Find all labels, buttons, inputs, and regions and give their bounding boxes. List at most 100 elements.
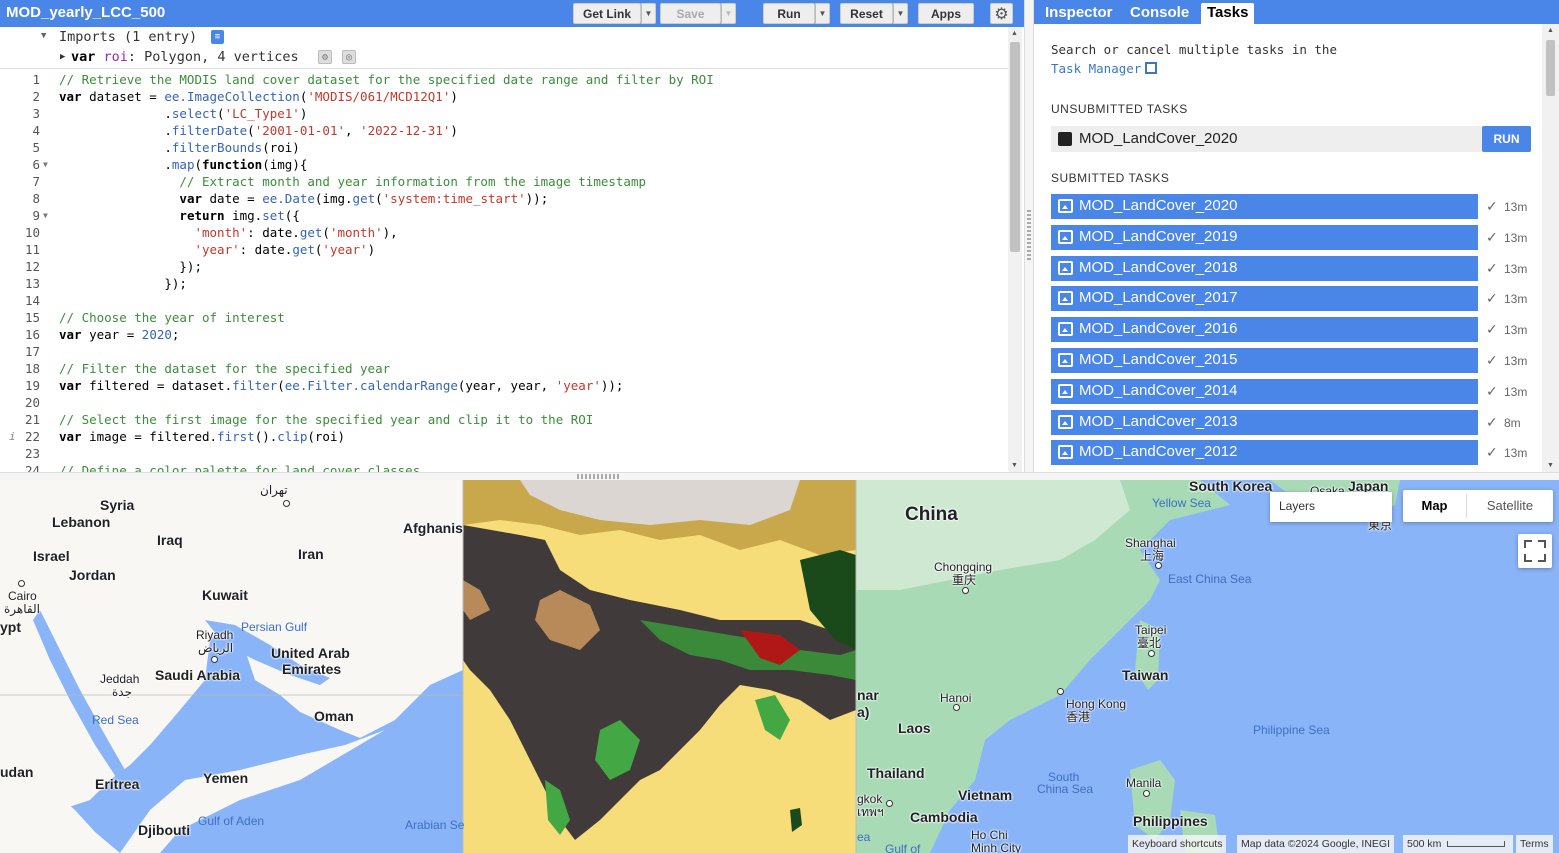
submitted-task-row[interactable]: MOD_LandCover_2017 — [1051, 286, 1478, 312]
scroll-down-arrow-icon[interactable]: ▼ — [1547, 462, 1554, 469]
settings-gear-icon[interactable]: ⚙ — [990, 3, 1013, 24]
map-label-china: China — [905, 504, 958, 525]
fullscreen-toggle-icon[interactable] — [1518, 534, 1552, 568]
info-hint-icon[interactable]: i — [9, 428, 16, 445]
code-line[interactable]: 13 }); — [0, 275, 1008, 292]
submitted-task-row[interactable]: MOD_LandCover_2016 — [1051, 317, 1478, 343]
terms-link[interactable]: Terms — [1516, 835, 1553, 853]
apps-button[interactable]: Apps — [918, 3, 974, 24]
external-link-icon[interactable] — [1145, 62, 1158, 74]
code-line[interactable]: 3 .select('LC_Type1') — [0, 105, 1008, 122]
code-line[interactable]: 10 'month': date.get('month'), — [0, 224, 1008, 241]
submitted-task-row[interactable]: MOD_LandCover_2019 — [1051, 224, 1478, 250]
submitted-task-row[interactable]: MOD_LandCover_2015 — [1051, 348, 1478, 373]
code-line[interactable]: 23 — [0, 445, 1008, 462]
code-line[interactable]: 19 var filtered = dataset.filter(ee.Filte… — [0, 377, 1008, 394]
code-line[interactable]: 8 var date = ee.Date(img.get('system:tim… — [0, 190, 1008, 207]
show-generated-code-icon[interactable]: ≡ — [211, 30, 224, 44]
code-token: var — [59, 378, 82, 393]
image-task-icon — [1058, 414, 1073, 429]
code-line[interactable]: 14 — [0, 292, 1008, 309]
editor-scrollbar-thumb[interactable] — [1010, 42, 1020, 252]
code-line[interactable]: 1 // Retrieve the MODIS land cover datase… — [0, 71, 1008, 88]
fold-toggle-icon[interactable]: ▼ — [43, 207, 48, 224]
task-status: ✓ 13m — [1482, 225, 1534, 250]
line-number: 1 — [32, 72, 40, 87]
tab-inspector[interactable]: Inspector — [1039, 3, 1119, 24]
keyboard-shortcuts-link[interactable]: Keyboard shortcuts — [1128, 835, 1227, 853]
task-manager-link[interactable]: Task Manager — [1051, 61, 1141, 76]
submitted-task-row[interactable]: MOD_LandCover_2013 — [1051, 409, 1478, 435]
code-line[interactable]: 5 .filterBounds(roi) — [0, 139, 1008, 156]
fold-toggle-icon[interactable]: ▼ — [43, 156, 48, 173]
code-line[interactable]: 9 ▼ return img.set({ — [0, 207, 1008, 224]
submitted-task-row[interactable]: MOD_LandCover_2014 — [1051, 378, 1478, 404]
tasks-scrollbar[interactable]: ▲ ▼ — [1542, 24, 1559, 472]
submitted-task-row[interactable]: MOD_LandCover_2020 — [1051, 194, 1478, 219]
vertical-splitter-handle[interactable] — [1024, 0, 1034, 472]
code-text-area[interactable]: 1 // Retrieve the MODIS land cover datase… — [0, 70, 1008, 472]
line-number: 7 — [32, 174, 40, 189]
roi-visibility-target-icon[interactable]: ◎ — [342, 50, 356, 64]
reset-button[interactable]: Reset — [840, 3, 893, 24]
scroll-up-arrow-icon[interactable]: ▲ — [1547, 27, 1554, 34]
roi-import-entry[interactable]: var roi: Polygon, 4 vertices — [71, 49, 299, 65]
code-line[interactable]: 11 'year': date.get('year') — [0, 241, 1008, 258]
submitted-task-row[interactable]: MOD_LandCover_2018 — [1051, 255, 1478, 281]
layers-button[interactable]: Layers — [1270, 492, 1392, 522]
map-label-gulf-aden: Gulf of Aden — [198, 814, 265, 828]
code-line[interactable]: 2 var dataset = ee.ImageCollection('MODIS… — [0, 88, 1008, 105]
code-line[interactable]: 15 // Choose the year of interest — [0, 309, 1008, 326]
map-type-map-button[interactable]: Map — [1403, 490, 1466, 522]
code-line[interactable]: 18 // Filter the dataset for the specifie… — [0, 360, 1008, 377]
roi-expand-chevron-icon[interactable]: ▶ — [60, 52, 65, 62]
map-label-philippine-sea: Philippine Sea — [1253, 723, 1330, 737]
scroll-up-arrow-icon[interactable]: ▲ — [1011, 30, 1018, 37]
code-line[interactable]: 24 // Define a color palette for land cov… — [0, 462, 1008, 472]
map-label-arabian-sea: Arabian Se — [405, 818, 465, 832]
task-elapsed-time: 13m — [1504, 230, 1528, 245]
unsubmitted-task-row[interactable]: MOD_LandCover_2020 — [1051, 126, 1531, 152]
map-label-lebanon: Lebanon — [52, 514, 111, 530]
code-line[interactable]: 4 .filterDate('2001-01-01', '2022-12-31'… — [0, 122, 1008, 139]
roi-settings-gear-icon[interactable]: ⚙ — [318, 50, 332, 64]
editor-scrollbar[interactable]: ▲ ▼ — [1008, 27, 1022, 472]
script-title[interactable]: MOD_yearly_LCC_500 — [6, 4, 165, 21]
code-line[interactable]: 22 i var image = filtered.first().clip(roi… — [0, 428, 1008, 445]
map-label-iraq: Iraq — [157, 532, 183, 548]
imports-collapse-chevron-icon[interactable]: ▼ — [41, 31, 46, 41]
horizontal-splitter-handle[interactable] — [0, 472, 1559, 480]
code-line[interactable]: 12 }); — [0, 258, 1008, 275]
tab-console[interactable]: Console — [1124, 3, 1195, 24]
submitted-task-row[interactable]: MOD_LandCover_2012 — [1051, 440, 1478, 466]
tab-tasks[interactable]: Tasks — [1201, 3, 1255, 24]
reset-dropdown-chevron-icon[interactable]: ▼ — [893, 3, 908, 24]
code-line[interactable]: 17 — [0, 343, 1008, 360]
run-dropdown-chevron-icon[interactable]: ▼ — [815, 3, 830, 24]
code-line[interactable]: 20 — [0, 394, 1008, 411]
code-token: clip — [277, 429, 308, 444]
save-button[interactable]: Save — [660, 3, 721, 24]
code-token: '2001-01-01' — [254, 123, 345, 138]
imports-label[interactable]: Imports (1 entry) — [59, 29, 197, 45]
map-view[interactable]: Syria Lebanon تهران Afghanis Iraq Israel Iran J… — [0, 480, 1559, 853]
unsubmitted-tasks-header: UNSUBMITTED TASKS — [1051, 102, 1188, 116]
map-type-satellite-button[interactable]: Satellite — [1467, 490, 1553, 522]
run-button[interactable]: Run — [763, 3, 815, 24]
code-text: var filtered = dataset.filter(ee.Filter.… — [59, 377, 623, 394]
tasks-scrollbar-thumb[interactable] — [1546, 40, 1555, 96]
code-line[interactable]: 16 var year = 2020; — [0, 326, 1008, 343]
code-line[interactable]: 21 // Select the first image for the spec… — [0, 411, 1008, 428]
save-dropdown-chevron-icon[interactable]: ▼ — [721, 3, 736, 24]
line-number: 6 — [32, 157, 40, 172]
line-number: 13 — [24, 276, 40, 291]
line-number: 23 — [24, 446, 40, 461]
get-link-button[interactable]: Get Link — [573, 3, 641, 24]
run-task-button[interactable]: RUN — [1482, 126, 1531, 152]
code-text: // Define a color palette for land cover… — [59, 462, 420, 472]
scroll-down-arrow-icon[interactable]: ▼ — [1011, 462, 1018, 469]
get-link-dropdown-chevron-icon[interactable]: ▼ — [641, 3, 656, 24]
image-task-icon — [1058, 260, 1073, 275]
code-line[interactable]: 7 // Extract month and year information … — [0, 173, 1008, 190]
code-line[interactable]: 6 ▼ .map(function(img){ — [0, 156, 1008, 173]
